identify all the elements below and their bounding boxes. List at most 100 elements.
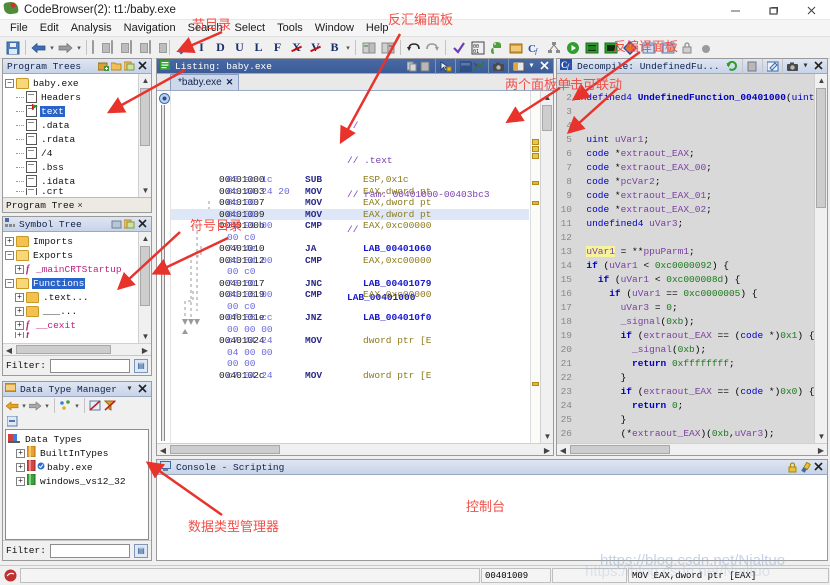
minimize-button[interactable] [716, 0, 754, 20]
function-graph-icon[interactable] [544, 38, 563, 57]
dropdown-icon[interactable]: ▾ [123, 383, 136, 396]
decompiler-line[interactable]: 14 if (uVar1 < 0xc0000092) { [557, 258, 827, 272]
layout-icon[interactable] [512, 60, 525, 73]
decompiler-line[interactable]: 5 uint uVar1; [557, 132, 827, 146]
decompiler-line[interactable]: 23 if (extraout_EAX == (code *)0x0) { [557, 384, 827, 398]
tree-node[interactable]: + f __cexit [5, 318, 135, 332]
listing-row[interactable]: 00 00 [171, 358, 529, 370]
listing-navigation-strip[interactable] [530, 91, 540, 443]
tab-close-icon[interactable]: × [77, 201, 82, 211]
dropdown-icon[interactable]: ▾ [525, 60, 538, 73]
decompiler-line[interactable]: 6 code *extraout_EAX; [557, 146, 827, 160]
export-icon[interactable] [147, 38, 166, 57]
menu-navigation[interactable]: Navigation [118, 21, 182, 35]
listing-row[interactable]: 00401012 3d 8d 00 CMP EAX,0xc00000 [171, 255, 529, 267]
refresh-icon[interactable] [726, 60, 739, 73]
paste-icon[interactable] [419, 60, 432, 73]
program-tree[interactable]: − baby.exe Headers text .data .rdata /4 … [3, 74, 135, 195]
program-trees-vscrollbar[interactable]: ▲ ▼ [138, 74, 151, 197]
decompiler-body[interactable]: 1 2 undefined4 UndefinedFunction_00401000(… [557, 74, 827, 455]
paste-special-icon[interactable] [109, 38, 128, 57]
listing-row[interactable]: 0040100b 3d 91 00 CMP EAX,0xc00000 [171, 220, 529, 232]
function-icon[interactable]: F [268, 38, 287, 57]
scroll-down-icon[interactable]: ▼ [815, 430, 827, 443]
tree-node[interactable]: + BuiltInTypes [8, 445, 148, 460]
symbol-tree-vscrollbar[interactable]: ▲ ▼ [138, 232, 151, 355]
scroll-thumb[interactable] [140, 246, 150, 306]
memory-map-icon[interactable] [582, 38, 601, 57]
listing-row[interactable]: 00401019 3d 05 00 CMP EAX,0xc00000 [171, 289, 529, 301]
create-folder-icon[interactable] [97, 60, 110, 73]
console-body[interactable] [157, 475, 827, 560]
scroll-left-icon[interactable]: ◀ [3, 344, 15, 355]
diamond-icon[interactable] [620, 38, 639, 57]
scroll-down-icon[interactable]: ▼ [139, 330, 151, 343]
listing-row[interactable]: 00401007 8b 00 MOV EAX,dword pt [171, 197, 529, 209]
bookmark-dropdown-icon[interactable]: ▾ [344, 44, 352, 52]
menu-file[interactable]: File [4, 21, 34, 35]
decompiler-lines[interactable]: 1 2 undefined4 UndefinedFunction_00401000(… [557, 74, 827, 440]
symbol-tree-filter-input[interactable] [49, 358, 130, 373]
listing-vscrollbar[interactable]: ▲ ▼ [540, 91, 553, 443]
thumb-icon[interactable] [110, 218, 123, 231]
filter-options-icon[interactable]: ▤ [134, 543, 148, 558]
tree-node[interactable]: + baby.exe [8, 459, 148, 474]
snapshot2-icon[interactable] [658, 38, 677, 57]
program-trees-body[interactable]: − baby.exe Headers text .data .rdata /4 … [3, 74, 151, 197]
back-icon[interactable] [29, 38, 48, 57]
scroll-right-icon[interactable]: ▶ [815, 444, 827, 455]
listing-row[interactable]: 00401017 73 60 JNC LAB_00401079 [171, 278, 529, 290]
dropdown-icon[interactable]: ▾ [799, 60, 812, 73]
camera-icon[interactable] [492, 60, 505, 73]
symbol-tree-icon[interactable] [601, 38, 620, 57]
listing-row[interactable]: 0040102c c7 04 24 MOV dword ptr [E [171, 370, 529, 382]
menu-tools[interactable]: Tools [271, 21, 309, 35]
clear-icon[interactable] [799, 461, 812, 474]
menu-window[interactable]: Window [309, 21, 360, 35]
navigation-marker-icon[interactable] [159, 93, 170, 104]
close-icon[interactable] [538, 60, 551, 73]
python-icon[interactable] [487, 38, 506, 57]
decompiler-vscrollbar[interactable]: ▲ ▼ [814, 74, 827, 443]
copy-icon[interactable] [123, 218, 136, 231]
scroll-down-icon[interactable]: ▼ [541, 430, 553, 443]
decompiler-line[interactable]: 9 code *extraout_EAX_01; [557, 188, 827, 202]
tree-node[interactable]: /4 [5, 146, 135, 160]
close-icon[interactable] [136, 60, 149, 73]
forward-dropdown-icon[interactable]: ▾ [43, 402, 51, 410]
forward-icon[interactable] [28, 398, 43, 413]
back-dropdown-icon[interactable]: ▾ [20, 402, 28, 410]
copy-icon[interactable] [123, 60, 136, 73]
toggle-icon[interactable] [472, 60, 485, 73]
decompiler-line[interactable]: 7 code *extraout_EAX_00; [557, 160, 827, 174]
copy-icon[interactable] [406, 60, 419, 73]
decompiler-line[interactable]: 1 [557, 76, 827, 90]
tree-node[interactable]: Data Types [8, 432, 148, 446]
copy-special-icon[interactable] [90, 38, 109, 57]
expander-icon[interactable]: − [5, 278, 14, 288]
menu-analysis[interactable]: Analysis [65, 21, 118, 35]
data-type-manager-icon[interactable] [506, 38, 525, 57]
clear-flow-repair-icon[interactable]: V [306, 38, 325, 57]
maximize-button[interactable] [754, 0, 792, 20]
decompiler-line[interactable]: 16 if (uVar1 == 0xc0000005) { [557, 286, 827, 300]
scroll-thumb[interactable] [816, 88, 826, 208]
listing-row[interactable]: 00 00 00 [171, 324, 529, 336]
decompiler-line[interactable]: 18 _signal(0xb); [557, 314, 827, 328]
scroll-thumb[interactable] [140, 88, 150, 146]
tree-node[interactable]: − Functions [5, 276, 135, 290]
analyze-check-icon[interactable] [449, 38, 468, 57]
tree-node[interactable]: text [5, 104, 135, 118]
listing-instructions[interactable]: 00401000 83 ec 1c SUB ESP,0x1c 00401003 8b 44… [171, 174, 529, 443]
data-type-manager-body[interactable]: Data Types + BuiltInTypes + baby.exe + w… [5, 429, 149, 540]
redo-icon[interactable] [423, 38, 442, 57]
run-icon[interactable] [563, 38, 582, 57]
tree-node[interactable]: .idata [5, 174, 135, 188]
expander-icon[interactable]: + [15, 320, 24, 330]
decompiler-line[interactable]: 10 code *extraout_EAX_02; [557, 202, 827, 216]
listing-row[interactable]: 00401009 8b 00 MOV EAX,dword pt [171, 208, 529, 220]
tree-node[interactable]: Headers [5, 90, 135, 104]
decompiler-line[interactable]: 21 return 0xffffffff; [557, 356, 827, 370]
menu-search[interactable]: Search [182, 21, 229, 35]
decompiler-line[interactable]: 2 undefined4 UndefinedFunction_00401000(u… [557, 90, 827, 104]
